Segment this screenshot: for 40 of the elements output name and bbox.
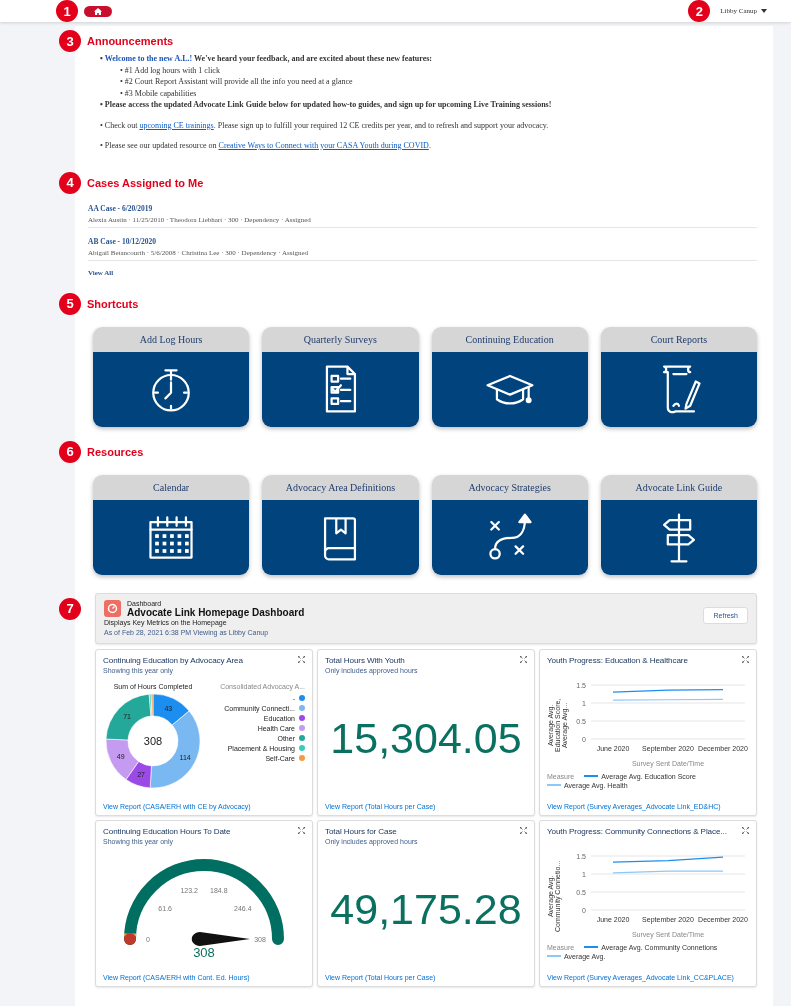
announcement-text: • Check out upcoming CE trainings. Please sign up to fulfill your required 12 CE credits per year, and to refresh and support your advocacy.	[100, 119, 550, 131]
metric-value: 15,304.05	[329, 713, 523, 763]
expand-icon[interactable]	[298, 655, 305, 663]
dashboard-icon	[104, 599, 121, 617]
number-marker: 5	[59, 292, 81, 315]
expand-icon[interactable]	[520, 826, 527, 834]
card-title: Total Hours With Youth	[325, 655, 406, 665]
expand-icon[interactable]	[520, 655, 527, 663]
link[interactable]: Creative Ways to Connect with your CASA Youth during COVID	[218, 141, 429, 150]
announcement-text: • Welcome to the new A.L.! We've heard your feedback, and are excited about these new features:	[100, 53, 434, 65]
announcement-text: • #2 Court Report Assistant will provide all the info you need at a glance	[119, 76, 354, 88]
announcement-text: • #3 Mobile capabilities	[119, 87, 198, 99]
number-marker: 6	[59, 440, 81, 463]
card-title: Youth Progress: Community Connections & Place...	[547, 826, 728, 836]
number-marker: 4	[59, 171, 81, 194]
section-title: Resources	[87, 445, 144, 458]
section-title: Shortcuts	[87, 297, 139, 310]
number-marker: 1	[56, 0, 78, 22]
section-title: Cases Assigned to Me	[87, 176, 204, 189]
announcement-text: • Please see our updated resource on Creative Ways to Connect with your CASA Youth during COVID.	[100, 140, 432, 152]
number-marker: 7	[59, 597, 81, 620]
dashboard-title: Advocate Link Homepage Dashboard	[127, 606, 305, 618]
home-icon	[94, 7, 102, 15]
donut-total: 308	[143, 734, 163, 747]
card-title: Continuing Education Hours To Date	[103, 826, 232, 836]
home-button[interactable]	[84, 5, 112, 17]
section-title: Announcements	[87, 35, 174, 47]
expand-icon[interactable]	[298, 826, 305, 834]
announcement-text: • Please access the updated Advocate Link Guide below for updated how-to guides, and sign up for upcoming Live Training sessions!	[100, 99, 553, 111]
gauge-value: 308	[193, 945, 215, 960]
card-title: Youth Progress: Education & Healthcare	[547, 655, 689, 665]
expand-icon[interactable]	[742, 655, 749, 663]
number-marker: 2	[688, 0, 711, 22]
announcement-text: • #1 Add log hours with 1 click	[119, 64, 221, 76]
expand-icon[interactable]	[742, 826, 749, 834]
metric-value: 49,175.28	[329, 884, 523, 934]
card-title: Total Hours for Case	[325, 826, 398, 836]
card-title: Continuing Education by Advocacy Area	[103, 655, 244, 665]
number-marker: 3	[59, 30, 81, 52]
caret-icon	[761, 9, 767, 13]
